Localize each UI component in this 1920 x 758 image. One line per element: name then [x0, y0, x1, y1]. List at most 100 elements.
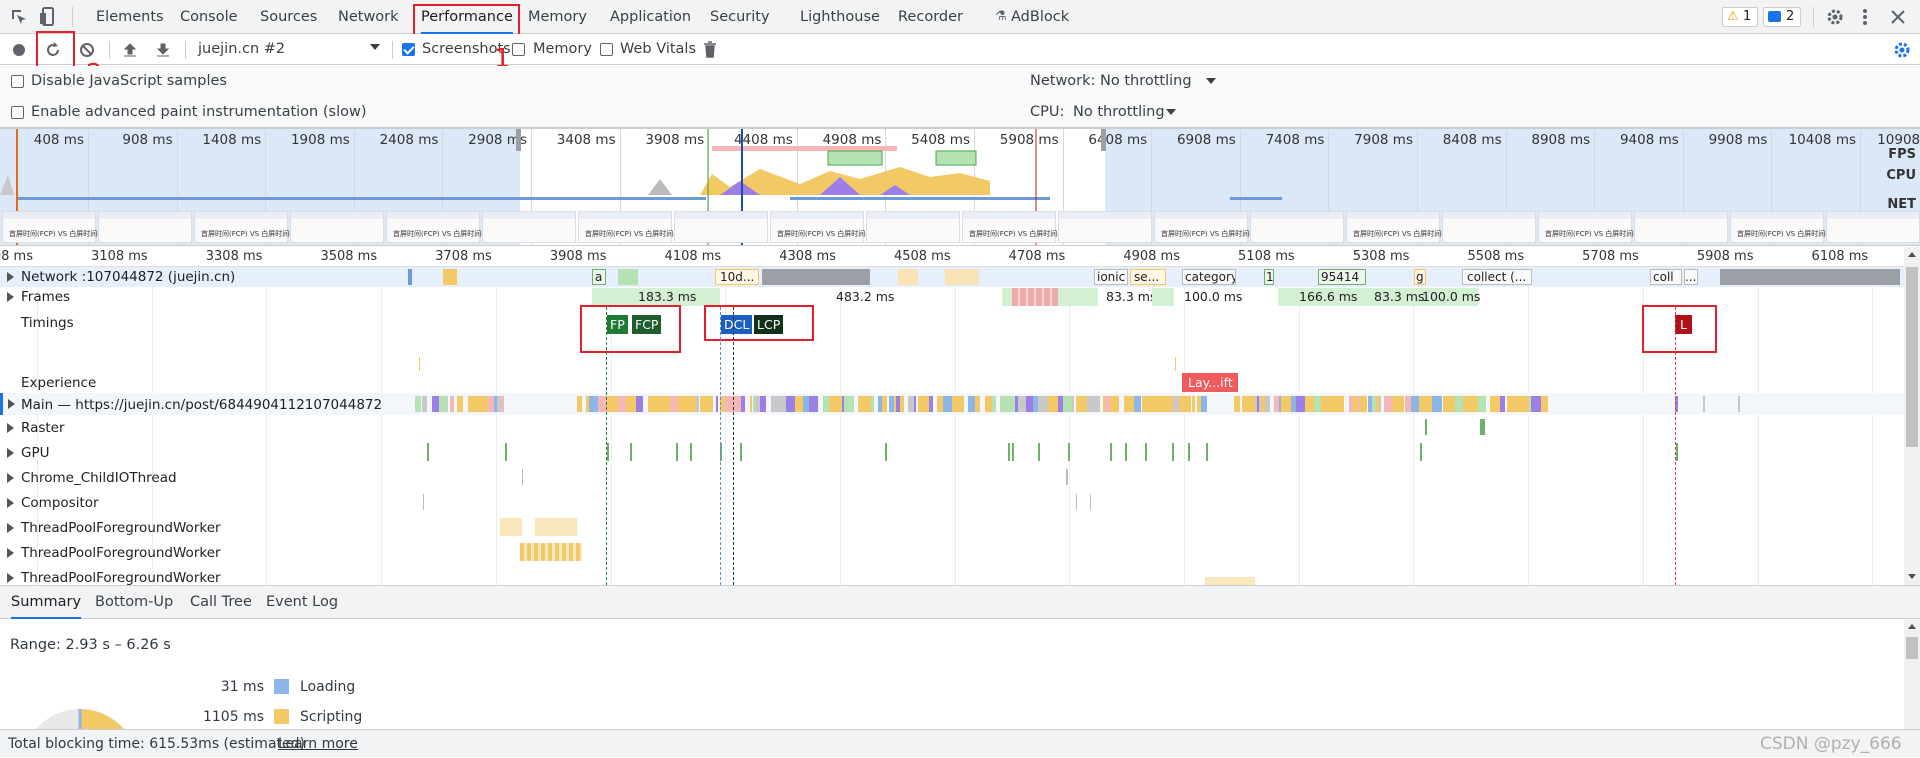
screenshot-thumbnail[interactable]: 首屏时间(FCP) VS 白屏时间(FP): [1730, 211, 1839, 243]
gpu-task[interactable]: [1125, 443, 1127, 461]
gpu-task[interactable]: [505, 443, 507, 461]
compositor-task[interactable]: [423, 494, 424, 510]
track-pool-3[interactable]: ThreadPoolForegroundWorker: [0, 565, 1904, 585]
main-thread-task[interactable]: [952, 396, 962, 412]
main-thread-task[interactable]: [439, 396, 448, 412]
compositor-task[interactable]: [1090, 494, 1091, 510]
screenshot-thumbnail[interactable]: 首屏时间(FCP) VS 白屏时间(FP): [770, 211, 879, 243]
tracks-scrollbar[interactable]: [1904, 247, 1920, 585]
main-thread-task[interactable]: [1038, 396, 1048, 412]
expand-frames-icon[interactable]: [7, 292, 14, 302]
gpu-task[interactable]: [1008, 443, 1010, 461]
main-thread-task[interactable]: [1384, 396, 1392, 412]
expand-pool-icon[interactable]: [7, 523, 14, 533]
main-thread-task[interactable]: [1026, 396, 1033, 412]
main-thread-task[interactable]: [786, 396, 795, 412]
gpu-task[interactable]: [1206, 443, 1208, 461]
screenshot-thumbnail[interactable]: [674, 211, 768, 243]
io-task[interactable]: [1066, 469, 1068, 485]
main-thread-task[interactable]: [1142, 396, 1149, 412]
memory-checkbox[interactable]: [512, 43, 525, 56]
main-thread-task[interactable]: [1447, 396, 1455, 412]
main-thread-task[interactable]: [716, 396, 718, 412]
network-request-g[interactable]: g: [1414, 269, 1426, 285]
screenshot-thumbnail[interactable]: 首屏时间(FCP) VS 白屏时间(FP): [578, 211, 687, 243]
main-thread-task[interactable]: [1087, 396, 1094, 412]
screenshot-thumbnail[interactable]: [482, 211, 576, 243]
main-thread-task[interactable]: [1470, 396, 1478, 412]
tab-recorder[interactable]: Recorder: [898, 0, 963, 34]
network-request-bar[interactable]: [1720, 269, 1900, 285]
raster-task[interactable]: [1425, 419, 1427, 435]
track-experience[interactable]: Experience Lay...ift: [0, 371, 1904, 393]
main-thread-task[interactable]: [1321, 396, 1328, 412]
main-thread-task[interactable]: [577, 396, 582, 412]
track-compositor[interactable]: Compositor: [0, 490, 1904, 515]
main-thread-task[interactable]: [992, 396, 996, 412]
timeline-overview[interactable]: 408 ms 908 ms 1408 ms 1908 ms 2408 ms 2908 ms…: [0, 128, 1920, 246]
screenshot-thumbnail[interactable]: [1634, 211, 1728, 243]
gpu-task[interactable]: [885, 443, 887, 461]
gpu-task[interactable]: [740, 443, 742, 461]
main-thread-task[interactable]: [1463, 396, 1470, 412]
track-pool-1[interactable]: ThreadPoolForegroundWorker: [0, 515, 1904, 540]
main-thread-task[interactable]: [1134, 396, 1141, 412]
main-thread-task[interactable]: [1314, 396, 1321, 412]
main-thread-task[interactable]: [422, 396, 427, 412]
main-thread-task[interactable]: [985, 396, 992, 412]
main-thread-task[interactable]: [696, 396, 699, 412]
main-thread-task[interactable]: [1455, 396, 1463, 412]
dropped-frames[interactable]: [1012, 288, 1058, 306]
main-thread-task[interactable]: [478, 396, 488, 412]
scroll-up-icon[interactable]: [1908, 252, 1916, 257]
main-thread-task[interactable]: [1703, 396, 1705, 412]
main-thread-task[interactable]: [975, 396, 980, 412]
gpu-task[interactable]: [1068, 443, 1070, 461]
main-thread-task[interactable]: [968, 396, 975, 412]
disable-js-samples-checkbox[interactable]: [11, 75, 24, 88]
track-main[interactable]: Main — https://juejin.cn/post/6844904112…: [0, 393, 1904, 415]
main-thread-task[interactable]: [415, 396, 421, 412]
main-thread-task[interactable]: [882, 396, 887, 412]
pool-task[interactable]: [500, 518, 522, 536]
expand-main-icon[interactable]: [8, 399, 15, 409]
main-thread-task[interactable]: [844, 396, 854, 412]
network-request-coll[interactable]: coll: [1650, 269, 1682, 285]
expand-network-icon[interactable]: [7, 272, 14, 282]
main-thread-task[interactable]: [1531, 396, 1541, 412]
network-request-more[interactable]: ...: [1684, 269, 1698, 285]
main-thread-task[interactable]: [778, 396, 786, 412]
compositor-task[interactable]: [1076, 494, 1077, 510]
main-thread-task[interactable]: [1541, 396, 1548, 412]
screenshot-thumbnail[interactable]: [866, 211, 960, 243]
track-frames[interactable]: Frames 183.3 ms 483.2 ms 83.3 ms 100.0 m…: [0, 287, 1904, 307]
tab-summary[interactable]: Summary: [11, 586, 82, 619]
main-thread-task[interactable]: [1360, 396, 1367, 412]
network-request-bar[interactable]: [408, 269, 412, 285]
main-thread-task[interactable]: [501, 396, 504, 412]
scroll-thumb[interactable]: [1906, 637, 1918, 659]
screenshot-thumbnail[interactable]: 首屏时间(FCP) VS 白屏时间(FP): [1154, 211, 1263, 243]
gpu-task[interactable]: [1145, 443, 1147, 461]
main-thread-task[interactable]: [636, 396, 643, 412]
main-thread-task[interactable]: [1337, 396, 1344, 412]
network-request-bar[interactable]: [898, 269, 918, 285]
main-thread-task[interactable]: [750, 396, 752, 412]
io-task[interactable]: [522, 469, 523, 485]
network-request-10d[interactable]: 10d...: [715, 269, 759, 285]
raster-task[interactable]: [1480, 419, 1485, 435]
pool-task[interactable]: [520, 543, 582, 561]
tab-console[interactable]: Console: [180, 0, 238, 34]
main-thread-task[interactable]: [1110, 396, 1119, 412]
screenshot-thumbnail[interactable]: 首屏时间(FCP) VS 白屏时间(FP): [2, 211, 111, 243]
network-throttle-select[interactable]: No throttling: [1100, 66, 1192, 97]
webvitals-checkbox[interactable]: [600, 43, 613, 56]
main-thread-task[interactable]: [1189, 396, 1191, 412]
expand-compositor-icon[interactable]: [7, 498, 14, 508]
main-thread-task[interactable]: [660, 396, 670, 412]
main-thread-task[interactable]: [1094, 396, 1100, 412]
expand-pool-icon[interactable]: [7, 573, 14, 583]
record-icon[interactable]: [12, 43, 26, 57]
screenshot-thumbnail[interactable]: 首屏时间(FCP) VS 白屏时间(FP): [1538, 211, 1647, 243]
main-thread-task[interactable]: [1411, 396, 1419, 412]
